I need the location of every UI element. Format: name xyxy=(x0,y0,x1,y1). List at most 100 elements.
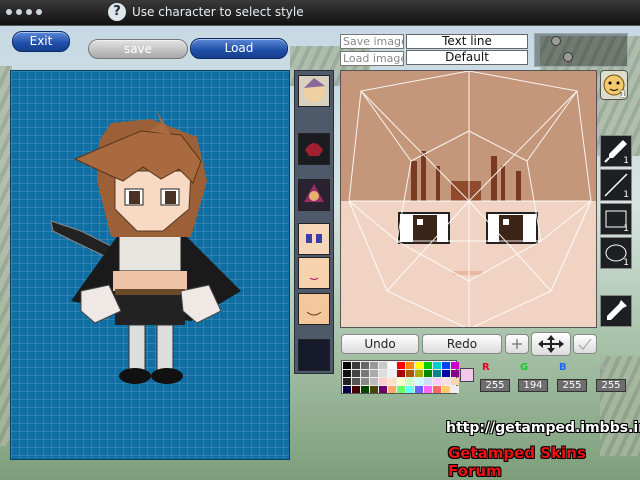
load-button[interactable]: Load xyxy=(190,38,288,59)
palette-swatch[interactable] xyxy=(343,386,351,393)
exit-button[interactable]: Exit xyxy=(12,31,70,52)
palette-swatch[interactable] xyxy=(352,370,360,377)
part-slot-body[interactable] xyxy=(298,339,330,371)
red-channel-tag: R xyxy=(482,362,490,373)
palette-swatch[interactable] xyxy=(388,370,396,377)
face-preview-icon[interactable]: 1 xyxy=(600,70,628,100)
fine-move-button[interactable] xyxy=(505,334,529,354)
palette-swatch[interactable] xyxy=(415,370,423,377)
palette-swatch[interactable] xyxy=(361,378,369,385)
hint-text: Use character to select style xyxy=(132,5,304,19)
palette-swatch[interactable] xyxy=(451,362,459,369)
reset-button[interactable] xyxy=(573,334,597,354)
color-palette[interactable] xyxy=(341,360,459,394)
face-texture-editor[interactable] xyxy=(340,70,597,328)
check-icon xyxy=(578,338,592,350)
palette-swatch[interactable] xyxy=(424,386,432,393)
palette-swatch[interactable] xyxy=(361,362,369,369)
palette-swatch[interactable] xyxy=(343,362,351,369)
top-hint-bar: ? Use character to select style xyxy=(0,0,640,26)
brush-tool[interactable]: 1 xyxy=(600,135,632,167)
palette-swatch[interactable] xyxy=(442,362,450,369)
save-button[interactable]: save xyxy=(88,39,188,59)
palette-swatch[interactable] xyxy=(424,370,432,377)
palette-swatch[interactable] xyxy=(433,370,441,377)
part-slot-hat[interactable] xyxy=(298,179,330,211)
eyedropper-tool[interactable] xyxy=(600,295,632,327)
alpha-value[interactable]: 255 xyxy=(596,379,626,392)
ellipse-tool[interactable]: 1 xyxy=(600,237,632,269)
palette-swatch[interactable] xyxy=(415,386,423,393)
palette-swatch[interactable] xyxy=(451,386,459,393)
text-line-field[interactable]: Text line xyxy=(406,34,528,49)
palette-swatch[interactable] xyxy=(442,378,450,385)
palette-swatch[interactable] xyxy=(388,378,396,385)
palette-swatch[interactable] xyxy=(379,370,387,377)
palette-swatch[interactable] xyxy=(361,386,369,393)
character-model xyxy=(50,111,241,384)
palette-swatch[interactable] xyxy=(415,378,423,385)
palette-swatch[interactable] xyxy=(379,386,387,393)
load-image-field[interactable]: Load image xyxy=(340,51,404,66)
palette-swatch[interactable] xyxy=(424,362,432,369)
palette-swatch[interactable] xyxy=(406,378,414,385)
character-preview-panel[interactable] xyxy=(10,70,290,460)
palette-swatch[interactable] xyxy=(451,370,459,377)
part-slot-hair[interactable] xyxy=(298,133,330,165)
palette-swatch[interactable] xyxy=(379,378,387,385)
palette-swatch[interactable] xyxy=(433,362,441,369)
palette-swatch[interactable] xyxy=(442,370,450,377)
red-channel[interactable]: R 255 xyxy=(480,362,510,392)
dot-icon xyxy=(36,9,42,15)
palette-swatch[interactable] xyxy=(370,370,378,377)
rectangle-tool[interactable]: 1 xyxy=(600,203,632,235)
move-button[interactable] xyxy=(531,332,571,356)
part-slot-mouth[interactable] xyxy=(298,293,330,325)
palette-swatch[interactable] xyxy=(388,386,396,393)
part-slot-face[interactable] xyxy=(298,257,330,289)
blue-value[interactable]: 255 xyxy=(557,379,587,392)
palette-swatch[interactable] xyxy=(343,370,351,377)
palette-swatch[interactable] xyxy=(370,378,378,385)
green-channel[interactable]: G 194 xyxy=(518,362,548,392)
palette-swatch[interactable] xyxy=(406,370,414,377)
redo-button[interactable]: Redo xyxy=(422,334,502,354)
text-options-panel xyxy=(534,33,628,67)
rectangle-size: 1 xyxy=(623,224,629,234)
alpha-channel[interactable]: A 255 xyxy=(596,362,626,392)
palette-swatch[interactable] xyxy=(406,362,414,369)
palette-swatch[interactable] xyxy=(343,378,351,385)
palette-swatch[interactable] xyxy=(442,386,450,393)
palette-swatch[interactable] xyxy=(433,386,441,393)
palette-swatch[interactable] xyxy=(370,362,378,369)
palette-swatch[interactable] xyxy=(406,386,414,393)
dot-icon xyxy=(26,9,32,15)
save-image-field[interactable]: Save image xyxy=(340,34,404,49)
palette-swatch[interactable] xyxy=(361,370,369,377)
palette-swatch[interactable] xyxy=(370,386,378,393)
undo-button[interactable]: Undo xyxy=(341,334,419,354)
crosshair-small-icon xyxy=(512,339,522,349)
line-tool[interactable]: 1 xyxy=(600,169,632,201)
palette-swatch[interactable] xyxy=(451,378,459,385)
palette-swatch[interactable] xyxy=(433,378,441,385)
part-slot-eyes[interactable] xyxy=(298,223,330,255)
face-badge-count: 1 xyxy=(619,90,626,100)
palette-swatch[interactable] xyxy=(397,386,405,393)
palette-swatch[interactable] xyxy=(352,386,360,393)
palette-swatch[interactable] xyxy=(352,362,360,369)
palette-swatch[interactable] xyxy=(397,378,405,385)
palette-swatch[interactable] xyxy=(397,362,405,369)
blue-channel[interactable]: B 255 xyxy=(557,362,587,392)
drawing-tools: 1 1 1 1 xyxy=(600,135,632,335)
palette-swatch[interactable] xyxy=(424,378,432,385)
palette-swatch[interactable] xyxy=(352,378,360,385)
font-select[interactable]: Default xyxy=(406,50,528,65)
palette-swatch[interactable] xyxy=(379,362,387,369)
palette-swatch[interactable] xyxy=(415,362,423,369)
palette-swatch[interactable] xyxy=(388,362,396,369)
red-value[interactable]: 255 xyxy=(480,379,510,392)
green-value[interactable]: 194 xyxy=(518,379,548,392)
palette-swatch[interactable] xyxy=(397,370,405,377)
part-slot-head[interactable] xyxy=(298,75,330,107)
